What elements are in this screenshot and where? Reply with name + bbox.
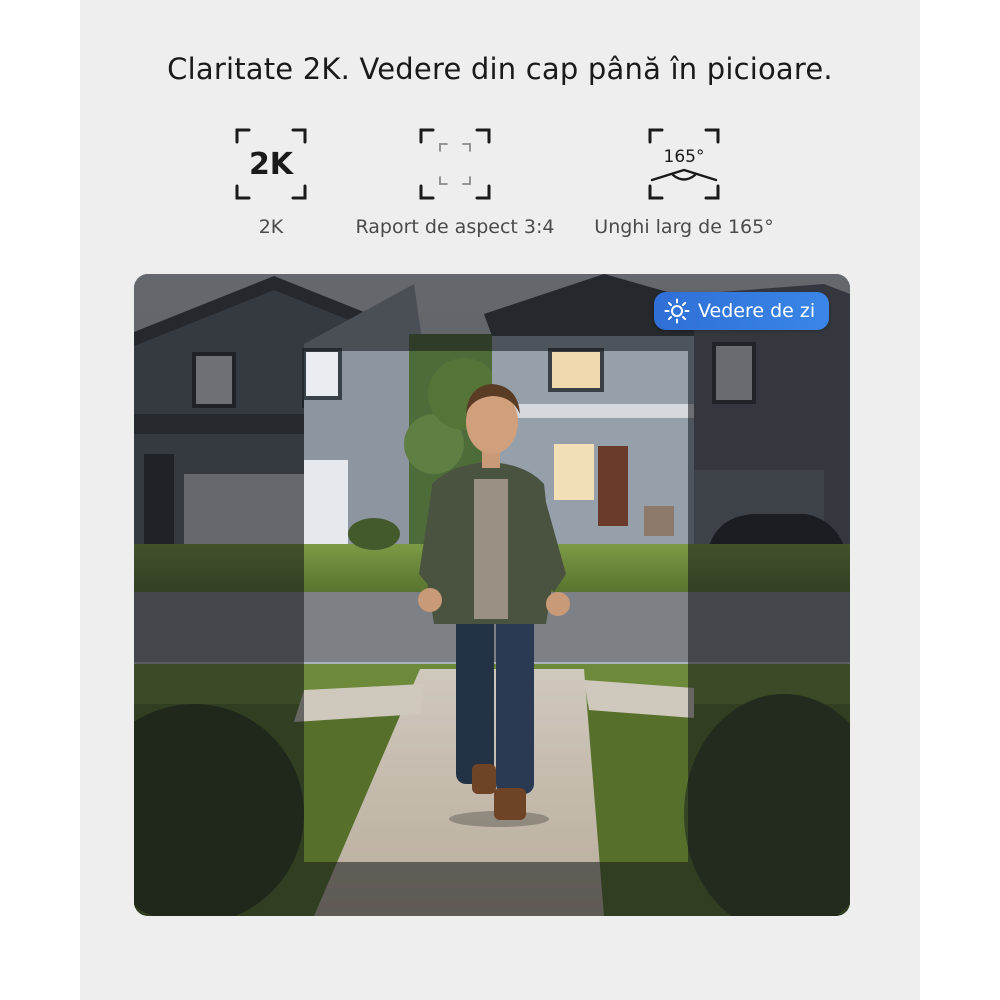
feature-aspect-ratio: Raport de aspect 3:4 [335, 124, 575, 238]
sun-icon [664, 298, 690, 324]
preview-scene [134, 274, 850, 916]
feature-label-wide-angle: Unghi larg de 165° [594, 216, 774, 238]
headline: Claritate 2K. Vedere din cap până în pic… [167, 52, 833, 86]
aspect-ratio-icon [419, 128, 491, 200]
day-view-label: Vedere de zi [698, 300, 816, 322]
wide-angle-icon: 165° [648, 128, 720, 200]
resolution-2k-icon-text: 2K [249, 147, 295, 182]
page: Claritate 2K. Vedere din cap până în pic… [0, 0, 1000, 1000]
day-view-badge: Vedere de zi [654, 292, 830, 330]
camera-preview-image [134, 274, 850, 916]
wide-angle-icon-text: 165° [664, 147, 705, 167]
resolution-2k-icon: 2K [235, 128, 307, 200]
feature-label-aspect-ratio: Raport de aspect 3:4 [355, 216, 555, 238]
feature-wide-angle: 165° Unghi larg de 165° [564, 124, 804, 238]
